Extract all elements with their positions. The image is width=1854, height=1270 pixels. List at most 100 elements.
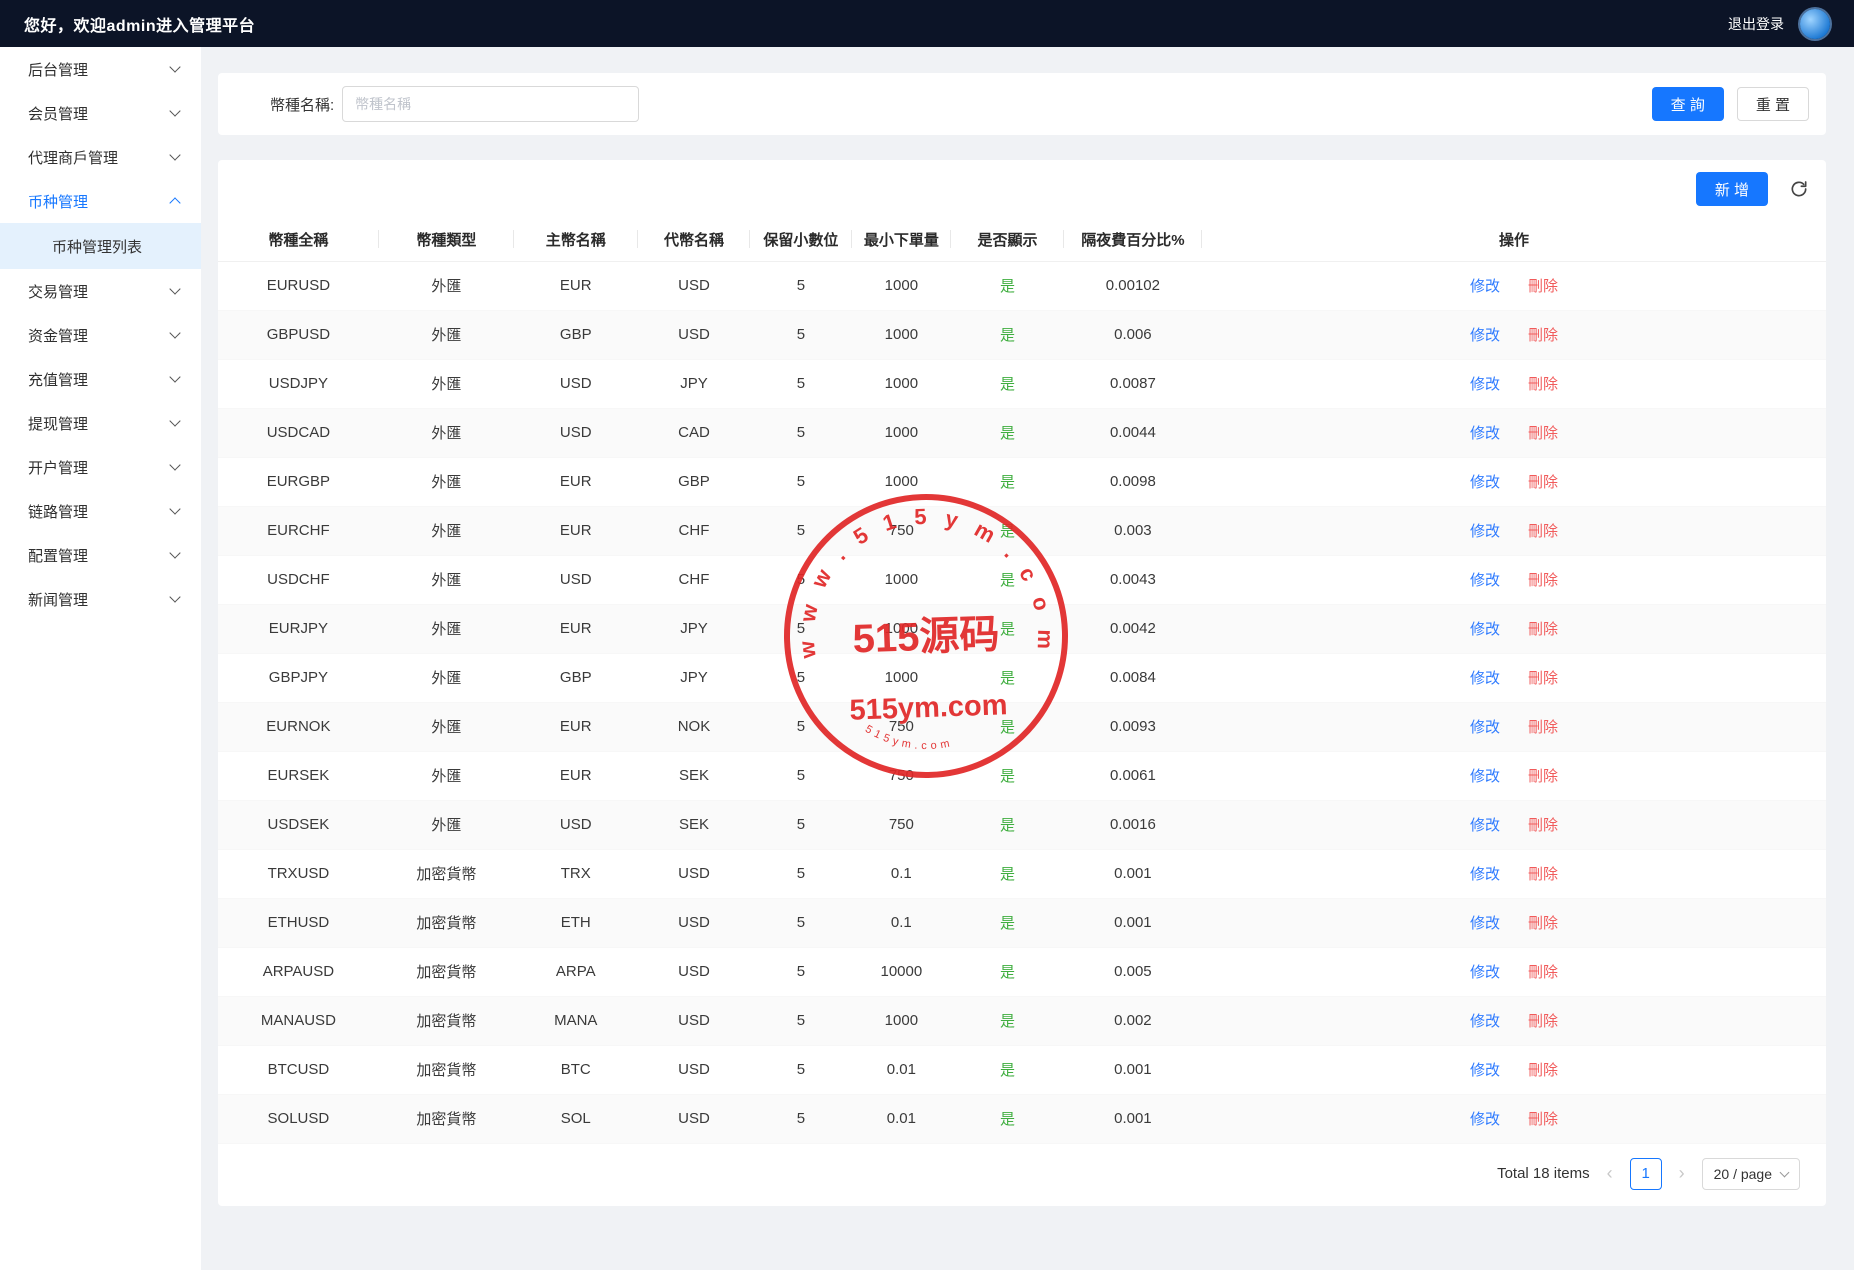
content-area: 幣種名稱: 查 詢 重 置 新 增 — [201, 47, 1854, 1270]
delete-link[interactable]: 刪除 — [1528, 425, 1558, 442]
sidebar-item-deposit[interactable]: 充值管理 — [0, 357, 201, 401]
sidebar-item-trade[interactable]: 交易管理 — [0, 269, 201, 313]
delete-link[interactable]: 刪除 — [1528, 376, 1558, 393]
edit-link[interactable]: 修改 — [1470, 719, 1500, 736]
table-row: MANAUSD 加密貨幣 MANA USD 5 1000 是 0.002 修改 刪除 — [218, 996, 1826, 1046]
cell-visible: 是 — [951, 751, 1064, 801]
pagination: Total 18 items ‹ 1 › 20 / page — [218, 1144, 1826, 1206]
prev-page-button[interactable]: ‹ — [1600, 1163, 1620, 1184]
sidebar-item-currency[interactable]: 币种管理 — [0, 179, 201, 223]
cell-name: SOLUSD — [218, 1094, 379, 1144]
main-layout: 后台管理 会员管理代理商戶管理币种管理 币种管理列表 交易管理资金管理充值管理 提现管理… — [0, 47, 1854, 1270]
cell-min_order: 1000 — [851, 261, 952, 311]
delete-link[interactable]: 刪除 — [1528, 1111, 1558, 1128]
cell-min_order: 1000 — [851, 408, 952, 458]
sidebar-item-funds[interactable]: 资金管理 — [0, 313, 201, 357]
sidebar-item-backend[interactable]: 后台管理 — [0, 47, 201, 91]
currency-name-input[interactable] — [342, 86, 640, 122]
refresh-button[interactable] — [1782, 172, 1816, 206]
sidebar-item-label: 开户管理 — [28, 459, 89, 477]
delete-link[interactable]: 刪除 — [1528, 278, 1558, 295]
table-row: USDSEK 外匯 USD SEK 5 750 是 0.0016 修改 刪除 — [218, 800, 1826, 850]
chevron-down-icon — [169, 591, 181, 603]
app-root: 您好，欢迎admin进入管理平台 退出登录 后台管理 会员管理 代理商戶管理 币种管理… — [0, 0, 1854, 1270]
cell-visible: 是 — [951, 457, 1064, 507]
table-row: TRXUSD 加密貨幣 TRX USD 5 0.1 是 0.001 修改 刪除 — [218, 849, 1826, 899]
table-row: ARPAUSD 加密貨幣 ARPA USD 5 10000 是 0.005 修改 刪除 — [218, 947, 1826, 997]
delete-link[interactable]: 刪除 — [1528, 523, 1558, 540]
next-page-button[interactable]: › — [1672, 1163, 1692, 1184]
edit-link[interactable]: 修改 — [1470, 621, 1500, 638]
sidebar-item-agent[interactable]: 代理商戶管理 — [0, 135, 201, 179]
cell-min_order: 1000 — [851, 555, 952, 605]
cell-quote: USD — [637, 947, 751, 997]
cell-decimals: 5 — [750, 1094, 852, 1144]
sidebar-item-label: 配置管理 — [28, 547, 89, 565]
table-row: BTCUSD 加密貨幣 BTC USD 5 0.01 是 0.001 修改 刪除 — [218, 1045, 1826, 1095]
cell-decimals: 5 — [750, 947, 852, 997]
cell-base: USD — [513, 800, 638, 850]
sidebar-item-withdraw[interactable]: 提现管理 — [0, 401, 201, 445]
edit-link[interactable]: 修改 — [1470, 278, 1500, 295]
logout-link[interactable]: 退出登录 — [1728, 14, 1784, 34]
edit-link[interactable]: 修改 — [1470, 572, 1500, 589]
cell-decimals: 5 — [750, 800, 852, 850]
cell-actions: 修改 刪除 — [1202, 310, 1826, 360]
delete-link[interactable]: 刪除 — [1528, 572, 1558, 589]
cell-min_order: 1000 — [851, 310, 952, 360]
edit-link[interactable]: 修改 — [1470, 768, 1500, 785]
sidebar-item-config[interactable]: 配置管理 — [0, 533, 201, 577]
cell-name: GBPUSD — [218, 310, 379, 360]
delete-link[interactable]: 刪除 — [1528, 719, 1558, 736]
delete-link[interactable]: 刪除 — [1528, 670, 1558, 687]
edit-link[interactable]: 修改 — [1470, 523, 1500, 540]
user-avatar-icon[interactable] — [1800, 8, 1830, 39]
edit-link[interactable]: 修改 — [1470, 817, 1500, 834]
table-row: GBPUSD 外匯 GBP USD 5 1000 是 0.006 修改 刪除 — [218, 310, 1826, 360]
delete-link[interactable]: 刪除 — [1528, 621, 1558, 638]
edit-link[interactable]: 修改 — [1470, 376, 1500, 393]
delete-link[interactable]: 刪除 — [1528, 474, 1558, 491]
sidebar-item-member[interactable]: 会员管理 — [0, 91, 201, 135]
edit-link[interactable]: 修改 — [1470, 964, 1500, 981]
cell-min_order: 1000 — [851, 604, 952, 654]
cell-decimals: 5 — [750, 604, 852, 654]
delete-link[interactable]: 刪除 — [1528, 915, 1558, 932]
sidebar-item-label: 代理商戶管理 — [28, 149, 119, 167]
delete-link[interactable]: 刪除 — [1528, 327, 1558, 344]
edit-link[interactable]: 修改 — [1470, 1013, 1500, 1030]
edit-link[interactable]: 修改 — [1470, 474, 1500, 491]
sidebar-item-news[interactable]: 新闻管理 — [0, 577, 201, 621]
chevron-up-icon — [169, 197, 181, 209]
page-size-select[interactable]: 20 / page — [1701, 1157, 1800, 1190]
cell-overnight_fee: 0.001 — [1063, 1045, 1203, 1095]
delete-link[interactable]: 刪除 — [1528, 1062, 1558, 1079]
sidebar-item-link[interactable]: 链路管理 — [0, 489, 201, 533]
sidebar-subitem-currency-list[interactable]: 币种管理列表 — [0, 223, 201, 269]
cell-quote: JPY — [637, 604, 751, 654]
delete-link[interactable]: 刪除 — [1528, 768, 1558, 785]
cell-actions: 修改 刪除 — [1202, 506, 1826, 556]
edit-link[interactable]: 修改 — [1470, 327, 1500, 344]
delete-link[interactable]: 刪除 — [1528, 1013, 1558, 1030]
reset-button[interactable]: 重 置 — [1736, 87, 1809, 121]
cell-name: EURJPY — [218, 604, 379, 654]
query-button[interactable]: 查 詢 — [1651, 87, 1724, 121]
delete-link[interactable]: 刪除 — [1528, 964, 1558, 981]
sidebar-item-account[interactable]: 开户管理 — [0, 445, 201, 489]
delete-link[interactable]: 刪除 — [1528, 866, 1558, 883]
edit-link[interactable]: 修改 — [1470, 1062, 1500, 1079]
add-button[interactable]: 新 增 — [1695, 172, 1768, 206]
edit-link[interactable]: 修改 — [1470, 1111, 1500, 1128]
edit-link[interactable]: 修改 — [1470, 915, 1500, 932]
delete-link[interactable]: 刪除 — [1528, 817, 1558, 834]
cell-decimals: 5 — [750, 555, 852, 605]
edit-link[interactable]: 修改 — [1470, 425, 1500, 442]
page-size-value: 20 / page — [1713, 1165, 1772, 1182]
edit-link[interactable]: 修改 — [1470, 866, 1500, 883]
cell-overnight_fee: 0.001 — [1063, 1094, 1203, 1144]
sidebar-item-label: 资金管理 — [28, 327, 89, 345]
current-page-button[interactable]: 1 — [1629, 1157, 1662, 1190]
table-header: 幣種全稱 幣種類型 主幣名稱 代幣名稱 保留小數位 最小下單量 是否顯示 隔夜費百分比% 操作 — [218, 218, 1826, 262]
edit-link[interactable]: 修改 — [1470, 670, 1500, 687]
